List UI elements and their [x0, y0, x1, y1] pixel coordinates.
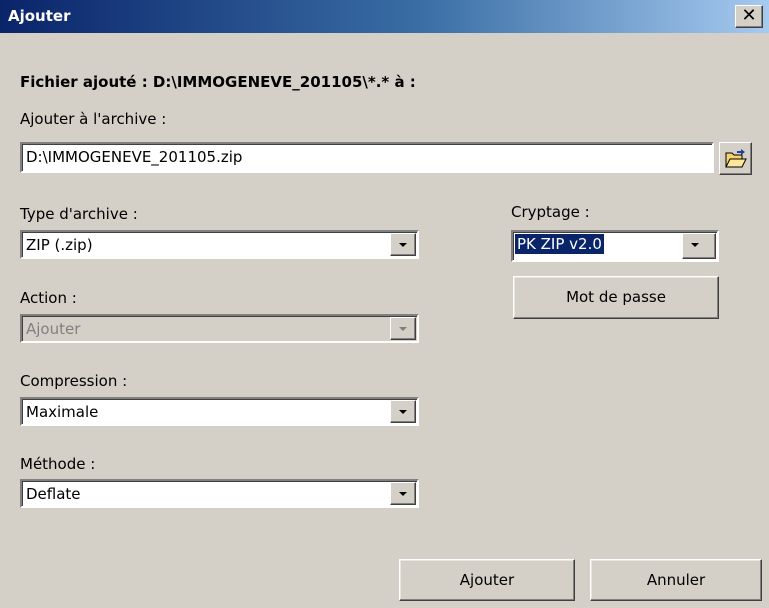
action-label: Action : [20, 289, 77, 307]
cancel-button[interactable]: Annuler [590, 559, 762, 601]
compression-value: Maximale [26, 403, 99, 421]
archive-label: Ajouter à l'archive : [20, 110, 167, 128]
archive-type-label: Type d'archive : [20, 205, 138, 223]
action-select: Ajouter [20, 314, 419, 343]
encryption-value: PK ZIP v2.0 [515, 234, 604, 254]
action-value: Ajouter [26, 320, 81, 338]
window-title: Ajouter [8, 7, 71, 25]
encryption-label: Cryptage : [511, 203, 590, 221]
chevron-down-icon[interactable] [390, 233, 416, 256]
add-button[interactable]: Ajouter [399, 559, 575, 601]
open-folder-icon [725, 149, 747, 168]
chevron-down-icon[interactable] [682, 233, 716, 259]
browse-folder-button[interactable] [719, 142, 752, 175]
archive-type-select[interactable]: ZIP (.zip) [20, 230, 419, 259]
chevron-down-icon[interactable] [390, 482, 416, 505]
password-button[interactable]: Mot de passe [513, 276, 719, 319]
chevron-down-icon [390, 317, 416, 340]
close-button[interactable]: ✕ [735, 5, 763, 28]
compression-select[interactable]: Maximale [20, 397, 419, 426]
method-select[interactable]: Deflate [20, 479, 419, 508]
archive-type-value: ZIP (.zip) [26, 236, 93, 254]
archive-path-input[interactable]: D:\IMMOGENEVE_201105.zip [20, 142, 714, 173]
chevron-down-icon[interactable] [390, 400, 416, 423]
close-icon: ✕ [741, 5, 757, 26]
method-label: Méthode : [20, 455, 96, 473]
compression-label: Compression : [20, 372, 128, 390]
encryption-select[interactable]: PK ZIP v2.0 [511, 230, 719, 262]
method-value: Deflate [26, 485, 81, 503]
file-added-label: Fichier ajouté : D:\IMMOGENEVE_201105\*.… [20, 73, 416, 91]
title-bar: Ajouter ✕ [0, 0, 769, 33]
archive-path-value: D:\IMMOGENEVE_201105.zip [26, 148, 243, 166]
